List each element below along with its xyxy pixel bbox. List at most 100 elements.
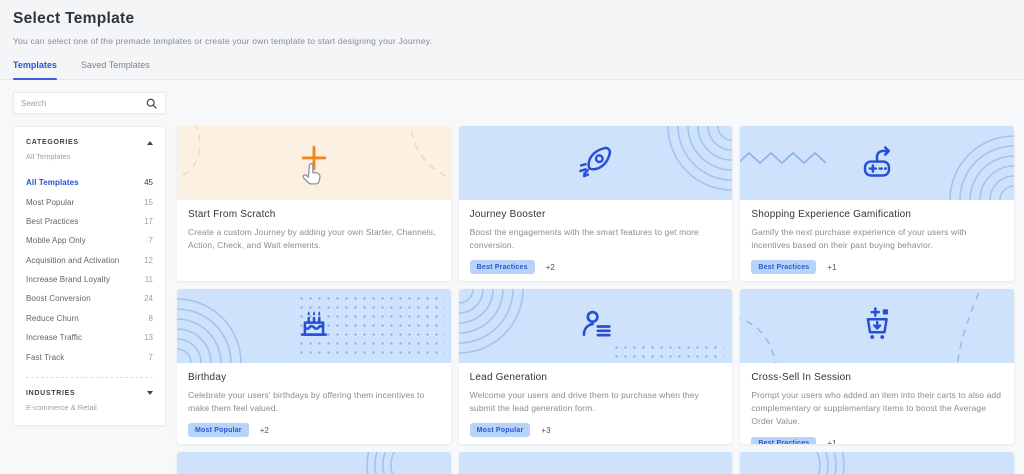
category-label: Boost Conversion (26, 294, 91, 303)
template-card-partial[interactable] (177, 452, 451, 474)
category-count: 45 (144, 178, 153, 187)
category-badge: Best Practices (751, 260, 816, 274)
template-card-birthday[interactable]: Birthday Celebrate your users' birthdays… (177, 289, 451, 444)
search-icon[interactable] (145, 97, 158, 110)
page-title: Select Template (13, 10, 1010, 28)
card-illustration (459, 452, 733, 474)
card-illustration (177, 126, 451, 200)
category-badge: Best Practices (751, 437, 816, 444)
badge-extra-count: +2 (260, 426, 269, 435)
category-count: 7 (149, 353, 153, 362)
card-illustration (459, 289, 733, 363)
category-badge: Most Popular (188, 423, 249, 437)
template-card-lead-generation[interactable]: Lead Generation Welcome your users and d… (459, 289, 733, 444)
sidebar-item-most-popular[interactable]: Most Popular 15 (26, 192, 153, 211)
sidebar-item-reduce-churn[interactable]: Reduce Churn 8 (26, 309, 153, 328)
card-title: Start From Scratch (188, 209, 440, 220)
tab-bar: Templates Saved Templates (0, 46, 1024, 80)
tab-saved-templates[interactable]: Saved Templates (81, 60, 150, 79)
search-box[interactable] (13, 92, 166, 114)
rocket-icon (572, 140, 618, 186)
category-label: All Templates (26, 178, 79, 187)
category-count: 13 (144, 333, 153, 342)
categories-panel: CATEGORIES All Templates All Templates 45… (13, 126, 166, 426)
card-illustration (459, 126, 733, 200)
card-illustration (740, 126, 1014, 200)
card-illustration (740, 452, 1014, 474)
badge-row: Most Popular +3 (470, 415, 722, 437)
category-label: Best Practices (26, 217, 79, 226)
card-description: Celebrate your users' birthdays by offer… (188, 389, 440, 415)
category-count: 24 (144, 294, 153, 303)
template-grid: Start From Scratch Create a custom Journ… (177, 126, 1014, 474)
category-count: 7 (149, 236, 153, 245)
plus-cursor-icon (291, 140, 337, 186)
badge-row: Most Popular +2 (188, 415, 440, 437)
card-title: Birthday (188, 372, 440, 383)
card-title: Shopping Experience Gamification (751, 209, 1003, 220)
category-label: Increase Traffic (26, 333, 82, 342)
sidebar-item-acquisition-and-activation[interactable]: Acquisition and Activation 12 (26, 251, 153, 270)
categories-selected-value: All Templates (26, 152, 153, 161)
badge-extra-count: +2 (546, 263, 555, 272)
page-subtitle: You can select one of the premade templa… (13, 36, 1010, 46)
category-count: 15 (144, 198, 153, 207)
badge-row: Best Practices +2 (470, 252, 722, 274)
category-label: Mobile App Only (26, 236, 86, 245)
template-card-shopping-experience-gamification[interactable]: Shopping Experience Gamification Gamify … (740, 126, 1014, 281)
card-description: Welcome your users and drive them to pur… (470, 389, 722, 415)
industries-selected-value: E-commerce & Retail (26, 403, 153, 412)
chevron-down-icon[interactable] (147, 391, 153, 395)
card-illustration (177, 452, 451, 474)
template-card-journey-booster[interactable]: Journey Booster Boost the engagements wi… (459, 126, 733, 281)
tab-templates[interactable]: Templates (13, 60, 57, 79)
divider (26, 377, 153, 378)
category-badge: Most Popular (470, 423, 531, 437)
categories-header: CATEGORIES (26, 139, 79, 146)
card-title: Lead Generation (470, 372, 722, 383)
badge-extra-count: +3 (541, 426, 550, 435)
category-label: Acquisition and Activation (26, 256, 119, 265)
cart-plus-icon (854, 303, 900, 349)
sidebar-item-fast-track[interactable]: Fast Track 7 (26, 347, 153, 366)
sidebar-item-increase-traffic[interactable]: Increase Traffic 13 (26, 328, 153, 347)
birthday-cake-icon (291, 303, 337, 349)
card-description: Create a custom Journey by adding your o… (188, 226, 440, 252)
card-description: Boost the engagements with the smart fea… (470, 226, 722, 252)
sidebar-item-increase-brand-loyalty[interactable]: Increase Brand Loyalty 11 (26, 270, 153, 289)
gamepad-icon (854, 140, 900, 186)
badge-extra-count: +1 (827, 263, 836, 272)
card-description: Prompt your users who added an item into… (751, 389, 1003, 429)
sidebar-item-all-templates[interactable]: All Templates 45 (26, 173, 153, 192)
industries-header: INDUSTRIES (26, 390, 75, 397)
sidebar-item-boost-conversion[interactable]: Boost Conversion 24 (26, 289, 153, 308)
category-count: 11 (145, 275, 153, 284)
card-illustration (177, 289, 451, 363)
card-illustration (740, 289, 1014, 363)
category-badge: Best Practices (470, 260, 535, 274)
category-label: Reduce Churn (26, 314, 79, 323)
page-header: Select Template You can select one of th… (0, 0, 1024, 80)
category-label: Fast Track (26, 353, 64, 362)
lead-person-icon (572, 303, 618, 349)
template-card-cross-sell-in-session[interactable]: Cross-Sell In Session Prompt your users … (740, 289, 1014, 444)
category-label: Increase Brand Loyalty (26, 275, 110, 284)
template-card-partial[interactable] (459, 452, 733, 474)
template-card-partial[interactable] (740, 452, 1014, 474)
category-count: 12 (144, 256, 153, 265)
sidebar-item-mobile-app-only[interactable]: Mobile App Only 7 (26, 231, 153, 250)
badge-row: Best Practices +1 (751, 429, 1003, 444)
category-label: Most Popular (26, 198, 74, 207)
category-count: 17 (144, 217, 153, 226)
card-description: Gamify the next purchase experience of y… (751, 226, 1003, 252)
card-title: Journey Booster (470, 209, 722, 220)
badge-row: Best Practices +1 (751, 252, 1003, 274)
search-input[interactable] (21, 99, 145, 108)
category-count: 8 (149, 314, 153, 323)
sidebar-item-best-practices[interactable]: Best Practices 17 (26, 212, 153, 231)
badge-extra-count: +1 (827, 439, 836, 444)
category-list: All Templates 45 Most Popular 15 Best Practi… (26, 173, 153, 367)
card-title: Cross-Sell In Session (751, 372, 1003, 383)
chevron-up-icon[interactable] (147, 141, 153, 145)
template-card-start-from-scratch[interactable]: Start From Scratch Create a custom Journ… (177, 126, 451, 281)
